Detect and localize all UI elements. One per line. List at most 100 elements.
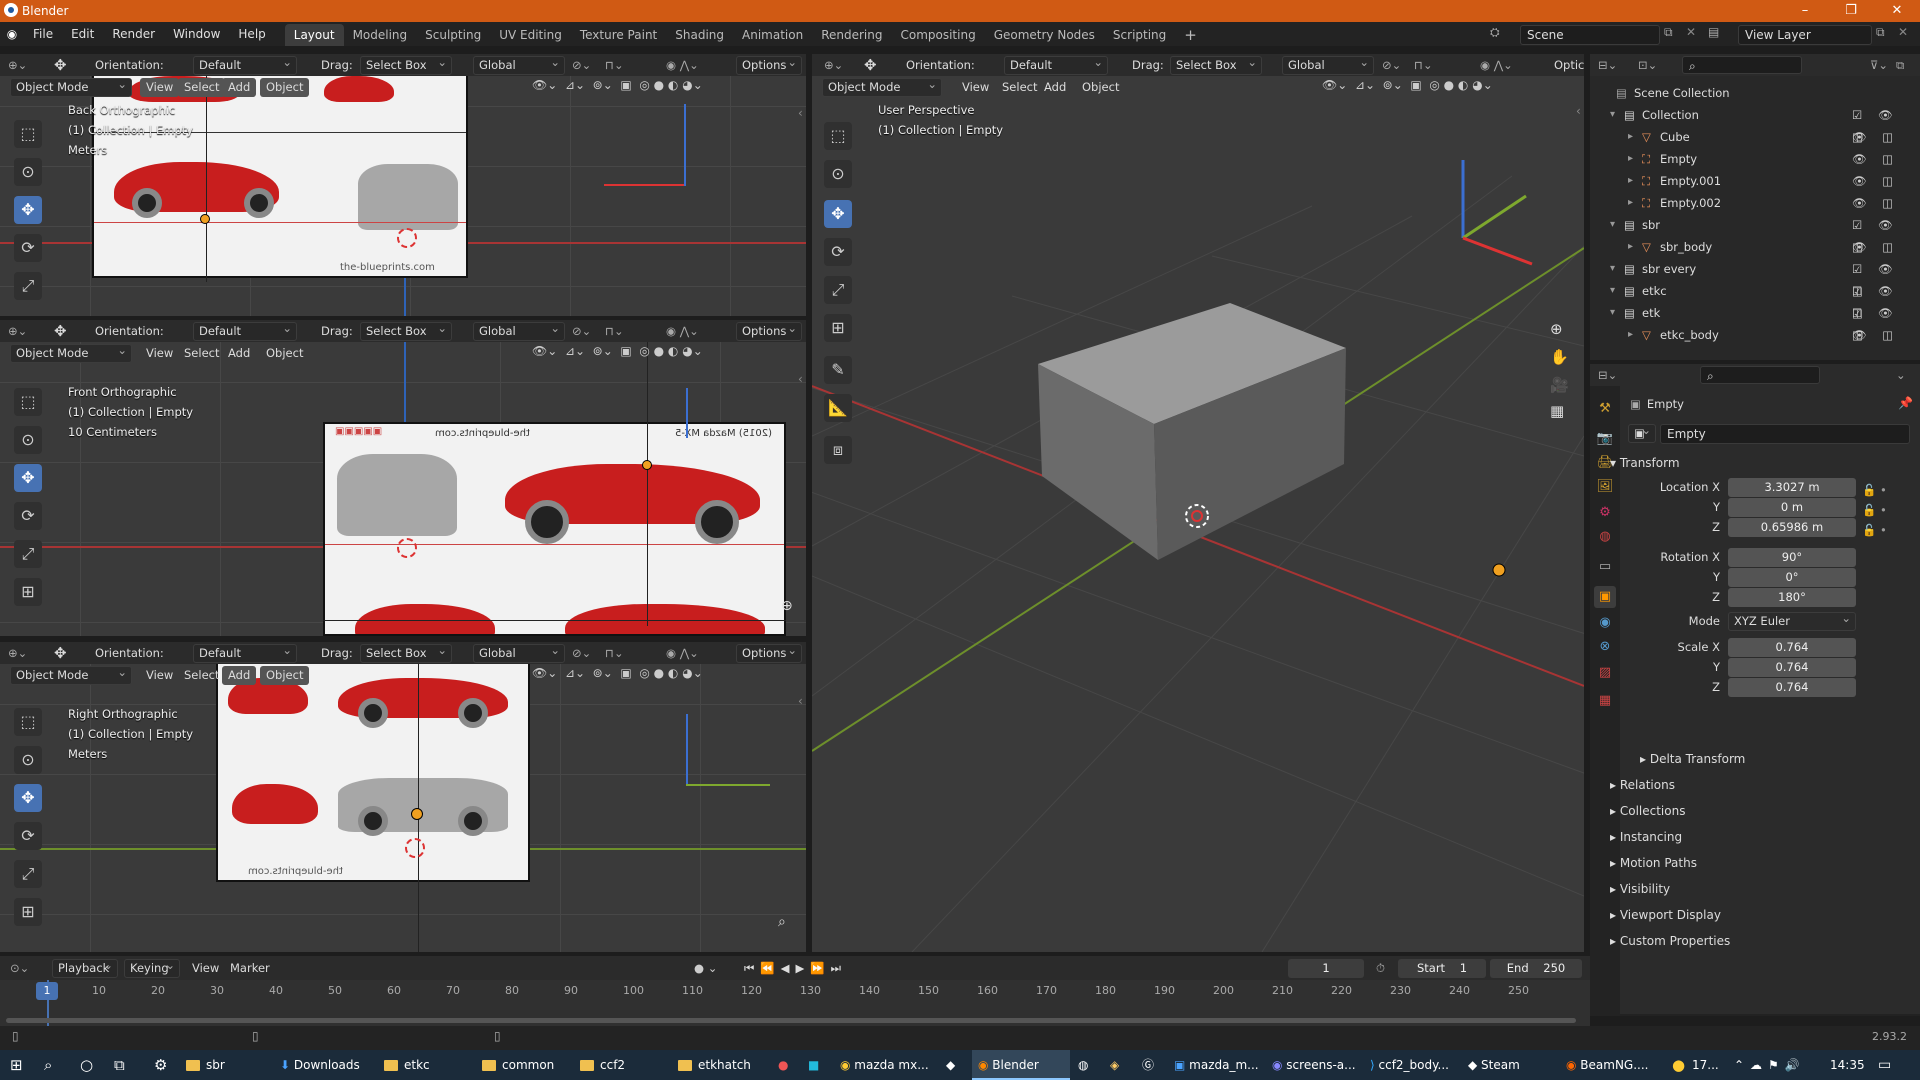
cursor-tool-icon[interactable]: ⊙ [14,158,42,186]
section-motion-paths[interactable]: ▸ Motion Paths [1610,856,1697,870]
snap-icon[interactable]: ⊓⌄ [605,55,624,75]
viewport-perspective[interactable]: ⊕⌄ ✥ Orientation: Default Drag: Select B… [812,54,1584,952]
select-box-tool-icon[interactable]: ⬚ [14,120,42,148]
zoom-icon[interactable]: ⌕ [778,914,786,930]
orientation-dropdown[interactable]: Default [193,54,297,75]
keying-menu[interactable]: Keying [124,957,180,978]
expand-chevron-icon[interactable]: ▸ [1628,324,1633,346]
taskbar-item-chrome[interactable]: ◉ mazda mx... [840,1050,948,1080]
taskbar-item-blender[interactable]: ◉ Blender [972,1050,1070,1080]
section-custom-properties[interactable]: ▸ Custom Properties [1610,934,1730,948]
tab-animation[interactable]: Animation [733,24,812,46]
pivot-icon[interactable]: ⊘⌄ [572,321,591,341]
physics-tab-icon[interactable]: ◉ [1594,612,1616,634]
menu-render[interactable]: Render [103,22,164,46]
delete-scene-icon[interactable]: ✕ [1686,25,1696,39]
auto-keying-icon[interactable]: ● ⌄ [694,958,717,978]
viewport-front-canvas[interactable]: ▣▣▣▣▣ the-blueprints.com (2015) Mazda MX… [0,342,806,636]
weather-label[interactable]: 17... [1692,1050,1719,1080]
taskbar-item-mazda[interactable]: ▣ mazda_m... [1174,1050,1270,1080]
taskbar-item-beamng[interactable]: ◉ BeamNG.... [1566,1050,1658,1080]
object-menu[interactable]: Object [260,666,310,685]
location-y-field[interactable]: 0 m [1728,498,1856,517]
editor-type-icon[interactable]: ⊕⌄ [8,643,27,663]
menu-window[interactable]: Window [164,22,229,46]
empty-origin-dot[interactable] [642,460,652,470]
blender-menu-icon[interactable]: ◉ [0,27,24,41]
mode-dropdown[interactable]: Object Mode [10,664,132,685]
scale-x-field[interactable]: 0.764 [1728,638,1856,657]
empty-origin-dot[interactable] [1492,563,1506,577]
drag-dropdown[interactable]: Select Box [360,320,452,341]
task-view-icon[interactable]: ⧉ [114,1050,125,1080]
proportional-edit-icon[interactable]: ◉ ⋀⌄ [666,643,699,663]
scale-y-field[interactable]: 0.764 [1728,658,1856,677]
tab-layout[interactable]: Layout [284,24,344,46]
collection-tab-icon[interactable]: ▭ [1594,556,1616,578]
proportional-edit-icon[interactable]: ◉ ⋀⌄ [1480,55,1513,75]
outliner-scene-collection[interactable]: ▤ Scene Collection [1590,82,1920,104]
location-z-field[interactable]: 0.65986 m [1728,518,1856,537]
scale-tool-icon[interactable]: ⤢ [14,860,42,888]
tab-scripting[interactable]: Scripting [1104,24,1175,46]
outliner-row-collection[interactable]: ▾ ▤ Collection ☑ 👁 ◫ [1590,104,1920,144]
scale-tool-icon[interactable]: ⤢ [824,276,852,304]
editor-type-icon[interactable]: ⊕⌄ [8,55,27,75]
move-tool-button[interactable]: ✥ [14,464,42,492]
filter-icon[interactable]: ⊽⌄ [1870,55,1888,75]
add-workspace-icon[interactable]: + [1175,24,1206,46]
maximize-button[interactable]: ❐ [1828,0,1874,22]
taskbar-item-etkc[interactable]: etkc [384,1050,474,1080]
annotate-tool-icon[interactable]: ✎ [824,356,852,384]
world-tab-icon[interactable]: ◍ [1594,526,1616,548]
select-box-tool-icon[interactable]: ⬚ [824,122,852,150]
move-tool-button[interactable]: ✥ [14,784,42,812]
editor-type-icon[interactable]: ⊟⌄ [1598,365,1617,385]
app-icon-2[interactable]: ◈ [1110,1050,1119,1080]
menu-help[interactable]: Help [229,22,274,46]
sidebar-toggle-icon[interactable]: ‹ [798,694,803,708]
tab-shading[interactable]: Shading [666,24,733,46]
options-dropdown[interactable]: Options [736,320,802,341]
viewport-perspective-canvas[interactable]: User Perspective (1) Collection | Empty … [812,76,1584,952]
powerpoint-icon[interactable]: ● [778,1050,788,1080]
transform-tool-icon[interactable]: ⊞ [824,314,852,342]
object-menu[interactable]: Object [260,344,309,363]
expand-chevron-icon[interactable]: ▸ [1628,170,1633,192]
section-collections[interactable]: ▸ Collections [1610,804,1685,818]
rotation-z-field[interactable]: 180° [1728,588,1856,607]
viewport-shading-icons[interactable]: 👁⌄ ⊿⌄ ⊚⌄ ▣ ◎ ● ◐ ◕⌄ [532,78,703,92]
outliner-row-empty-002[interactable]: ▸ ⛶ Empty.002 👁 ◫ [1590,192,1920,214]
start-frame-field[interactable]: Start 1 [1398,959,1486,978]
visibility-toggle-icons[interactable]: 👁 ◫ [1852,126,1899,148]
snap-icon[interactable]: ⊓⌄ [605,321,624,341]
scene-tab-icon[interactable]: ⚙ [1594,502,1616,524]
notifications-icon[interactable]: ▭ [1878,1050,1891,1080]
constraints-tab-icon[interactable]: ⊗ [1594,636,1616,658]
expand-chevron-icon[interactable]: ▾ [1610,104,1615,126]
select-menu[interactable]: Select [178,666,225,685]
rotate-tool-icon[interactable]: ⟳ [14,234,42,262]
object-tab-icon[interactable]: ▣ [1594,586,1616,608]
clock-icon[interactable]: ⏱ [1376,958,1385,978]
rotation-y-field[interactable]: 0° [1728,568,1856,587]
select-box-tool-icon[interactable]: ⬚ [14,388,42,416]
expand-chevron-icon[interactable]: ▾ [1610,258,1615,280]
steam-small-icon[interactable]: ◆ [946,1050,955,1080]
options-truncated[interactable]: Optic [1554,55,1584,75]
cursor-tool-icon[interactable]: ⊙ [14,746,42,774]
playback-menu[interactable]: Playback [52,957,118,978]
sidebar-toggle-icon[interactable]: ‹ [798,106,803,120]
taskbar-item-ccf2[interactable]: ccf2 [580,1050,670,1080]
visibility-toggle-icons[interactable]: 👁 ◫ [1852,236,1899,258]
taskbar-item-sbr[interactable]: sbr [186,1050,270,1080]
tab-compositing[interactable]: Compositing [891,24,984,46]
rotate-tool-icon[interactable]: ⟳ [14,502,42,530]
timeline-view-menu[interactable]: View [186,959,225,978]
data-tab-icon[interactable]: ▨ [1594,662,1616,684]
tray-icons[interactable]: ⌃☁⚑🔊 [1734,1050,1806,1080]
tool-tab-icon[interactable]: ⚒ [1594,398,1616,420]
select-menu[interactable]: Select [996,78,1043,97]
publisher-icon[interactable]: ■ [808,1050,819,1080]
expand-chevron-icon[interactable]: ▸ [1628,148,1633,170]
